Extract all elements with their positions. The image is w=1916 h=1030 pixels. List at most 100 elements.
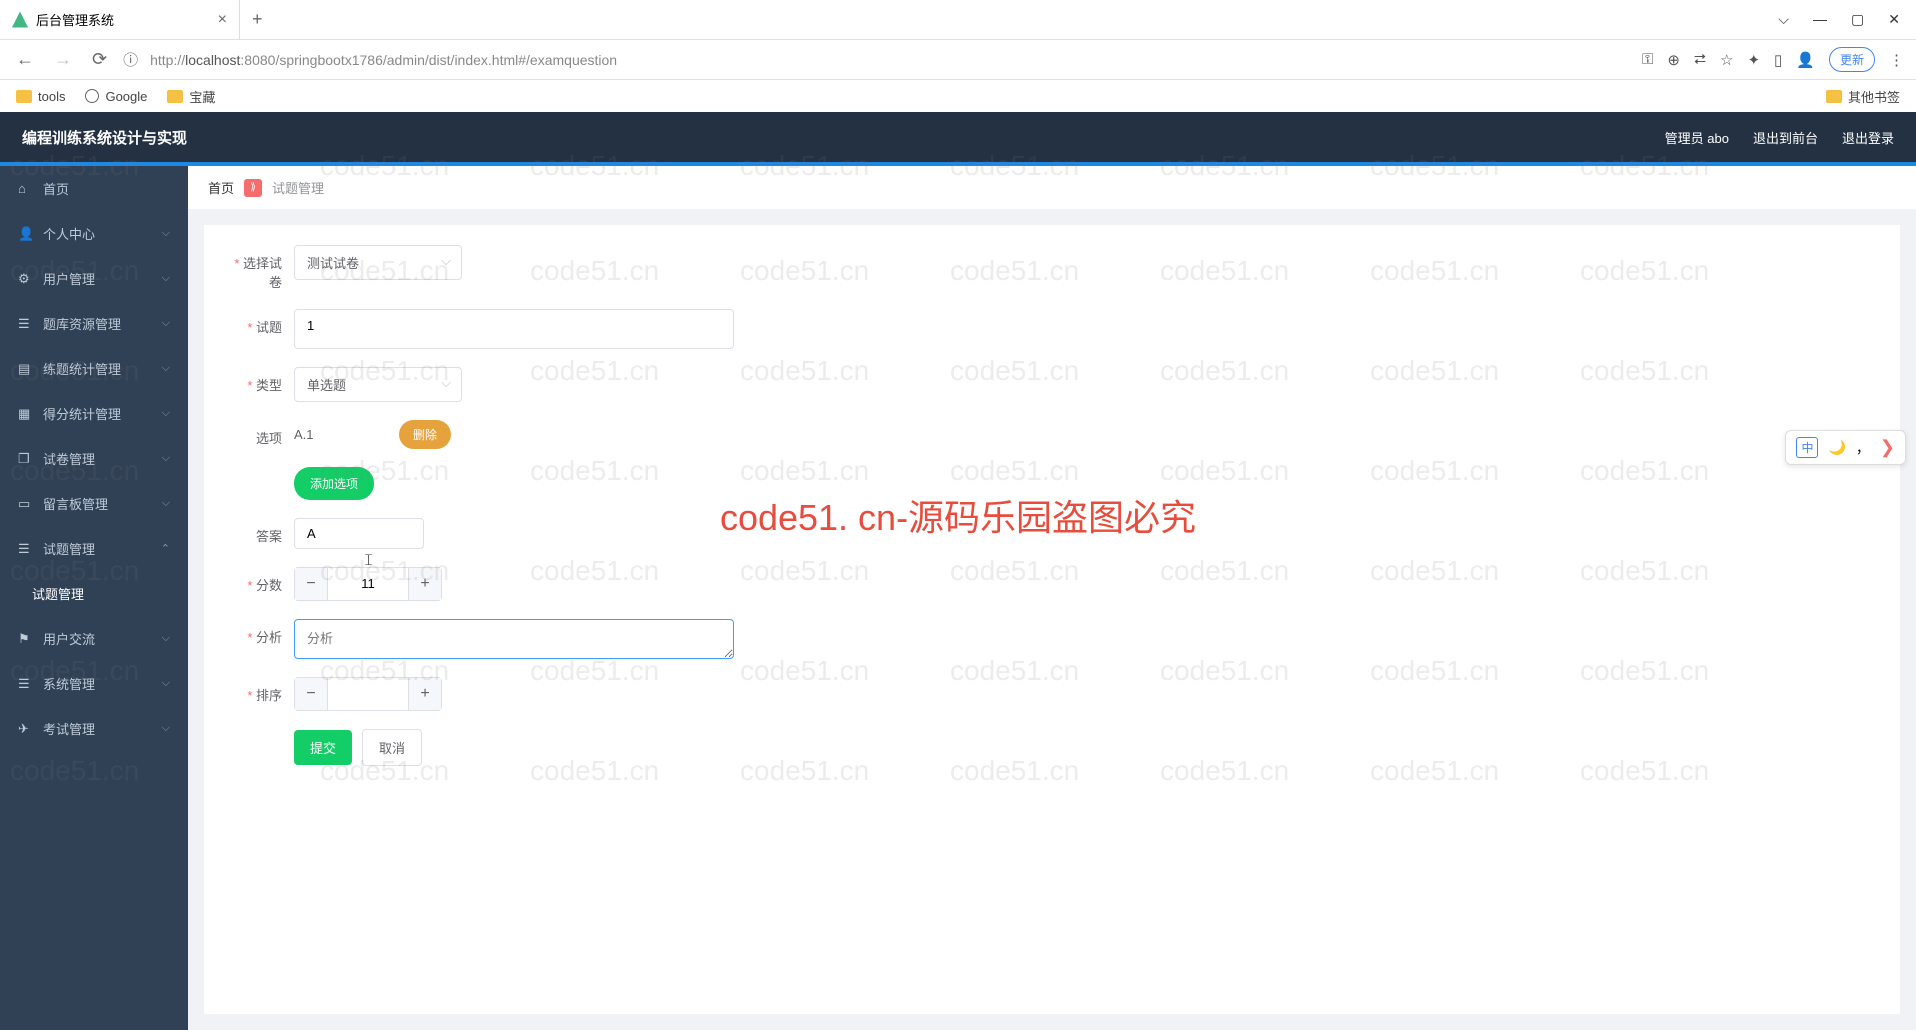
avatar-icon[interactable]: 👤	[1796, 51, 1815, 69]
share-icon[interactable]: ⮂	[1694, 51, 1706, 68]
score-value: 11	[327, 568, 409, 600]
chevron-right-icon[interactable]: ❯	[1880, 437, 1895, 458]
label-score: 分数	[224, 567, 294, 594]
cancel-button[interactable]: 取消	[362, 729, 422, 766]
admin-label[interactable]: 管理员 abo	[1665, 128, 1729, 147]
star-icon[interactable]: ☆	[1720, 51, 1733, 69]
sidebar-item-practice-stats[interactable]: ▤练题统计管理⌵	[0, 346, 188, 391]
logout-link[interactable]: 退出登录	[1842, 128, 1894, 147]
sidebar-item-system[interactable]: ☰系统管理⌵	[0, 661, 188, 706]
window-controls: ⌵ — ▢ ✕	[1778, 11, 1916, 28]
panel-icon[interactable]: ▯	[1774, 51, 1782, 69]
minimize-icon[interactable]: —	[1813, 11, 1827, 28]
score-plus[interactable]: +	[409, 568, 441, 600]
chevron-down-icon: ⌵	[162, 407, 170, 420]
sidebar-item-profile[interactable]: 👤个人中心⌵	[0, 211, 188, 256]
label-answer: 答案	[224, 518, 294, 545]
analysis-input[interactable]	[294, 619, 734, 659]
chevron-down-icon: ⌵	[162, 362, 170, 375]
folder-icon	[167, 90, 183, 103]
question-input[interactable]: 1	[294, 309, 734, 349]
site-info-icon[interactable]: ⓘ	[123, 49, 138, 70]
back-button[interactable]: ←	[12, 49, 38, 70]
moon-icon[interactable]: 🌙	[1828, 439, 1845, 456]
doc-icon: ▤	[18, 361, 33, 376]
list-icon: ☰	[18, 316, 33, 331]
sort-minus[interactable]: −	[295, 678, 327, 710]
sidebar: ⌂首页 👤个人中心⌵ ⚙用户管理⌵ ☰题库资源管理⌵ ▤练题统计管理⌵ ▦得分统…	[0, 166, 188, 1030]
chevron-up-icon: ⌃	[161, 542, 170, 555]
bookmark-treasure[interactable]: 宝藏	[167, 87, 215, 106]
to-front-link[interactable]: 退出到前台	[1753, 128, 1818, 147]
zoom-icon[interactable]: ⊕	[1667, 51, 1680, 69]
close-window-icon[interactable]: ✕	[1888, 11, 1900, 28]
sidebar-item-question-bank[interactable]: ☰题库资源管理⌵	[0, 301, 188, 346]
sidebar-item-exam[interactable]: ✈考试管理⌵	[0, 706, 188, 751]
chevron-down-icon: ⌵	[162, 632, 170, 645]
sort-input[interactable]: − +	[294, 677, 442, 711]
puzzle-icon[interactable]: ✦	[1747, 51, 1760, 69]
label-option: 选项	[224, 420, 294, 447]
select-paper[interactable]: 测试试卷	[294, 245, 462, 280]
chart-icon: ▦	[18, 406, 33, 421]
chevron-down-icon: ⌵	[162, 227, 170, 240]
bookmark-tools[interactable]: tools	[16, 89, 65, 104]
chevron-down-icon: ⌵	[162, 677, 170, 690]
label-sort: 排序	[224, 677, 294, 704]
bookmark-google[interactable]: Google	[85, 89, 147, 104]
breadcrumb-home[interactable]: 首页	[208, 178, 234, 197]
sidebar-item-papers[interactable]: ❐试卷管理⌵	[0, 436, 188, 481]
sort-plus[interactable]: +	[409, 678, 441, 710]
sidebar-item-users[interactable]: ⚙用户管理⌵	[0, 256, 188, 301]
folder-icon	[1826, 90, 1842, 103]
label-select-paper: 选择试卷	[224, 245, 294, 291]
gear-icon: ⚙	[18, 271, 33, 286]
bookmark-other[interactable]: 其他书签	[1826, 87, 1900, 106]
app-header: 编程训练系统设计与实现 管理员 abo 退出到前台 退出登录	[0, 112, 1916, 162]
menu-icon[interactable]: ⋮	[1889, 51, 1904, 69]
ime-cn-icon[interactable]: 中	[1796, 437, 1818, 458]
tab-title: 后台管理系统	[36, 10, 114, 29]
sort-value	[327, 678, 409, 710]
score-minus[interactable]: −	[295, 568, 327, 600]
content: 首页 ⟫ 试题管理 选择试卷 测试试卷 试题 1 类型 单选题 选项	[188, 166, 1916, 1030]
add-tab-button[interactable]: +	[240, 9, 275, 30]
plane-icon: ✈	[18, 721, 33, 736]
chevron-down-icon: ⌵	[162, 452, 170, 465]
chevron-down-icon: ⌵	[162, 722, 170, 735]
form-card: 选择试卷 测试试卷 试题 1 类型 单选题 选项 A.1 删除	[204, 225, 1900, 1014]
home-icon: ⌂	[18, 181, 33, 196]
copy-icon: ❐	[18, 451, 33, 466]
score-input[interactable]: − 11 +	[294, 567, 442, 601]
key-icon[interactable]: ⚿	[1642, 51, 1653, 68]
app-title: 编程训练系统设计与实现	[22, 127, 187, 148]
browser-tab[interactable]: 后台管理系统 ×	[0, 0, 240, 39]
sidebar-item-home[interactable]: ⌂首页	[0, 166, 188, 211]
breadcrumb-sep-icon: ⟫	[244, 179, 262, 197]
delete-option-button[interactable]: 删除	[399, 420, 451, 449]
close-icon[interactable]: ×	[218, 11, 227, 29]
ime-toolbar[interactable]: 中 🌙 ， ❯	[1785, 430, 1906, 465]
breadcrumb-current: 试题管理	[272, 178, 324, 197]
submit-button[interactable]: 提交	[294, 730, 352, 765]
label-type: 类型	[224, 367, 294, 394]
chevron-down-icon: ⌵	[162, 272, 170, 285]
list-icon: ☰	[18, 676, 33, 691]
sidebar-subitem-questions[interactable]: 试题管理	[0, 571, 188, 616]
sidebar-item-messages[interactable]: ▭留言板管理⌵	[0, 481, 188, 526]
forward-button[interactable]: →	[50, 49, 76, 70]
chevron-down-icon[interactable]: ⌵	[1778, 11, 1789, 28]
url-input[interactable]: http://localhost:8080/springbootx1786/ad…	[150, 52, 1630, 68]
sidebar-item-user-forum[interactable]: ⚑用户交流⌵	[0, 616, 188, 661]
ime-comma[interactable]: ，	[1856, 438, 1870, 458]
answer-input[interactable]	[294, 518, 424, 549]
reload-button[interactable]: ⟳	[88, 49, 111, 70]
sidebar-item-questions[interactable]: ☰试题管理⌃	[0, 526, 188, 571]
add-option-button[interactable]: 添加选项	[294, 467, 374, 500]
update-button[interactable]: 更新	[1829, 47, 1875, 72]
sidebar-item-score-stats[interactable]: ▦得分统计管理⌵	[0, 391, 188, 436]
message-icon: ▭	[18, 496, 33, 511]
chevron-down-icon: ⌵	[162, 497, 170, 510]
maximize-icon[interactable]: ▢	[1851, 11, 1864, 28]
select-type[interactable]: 单选题	[294, 367, 462, 402]
